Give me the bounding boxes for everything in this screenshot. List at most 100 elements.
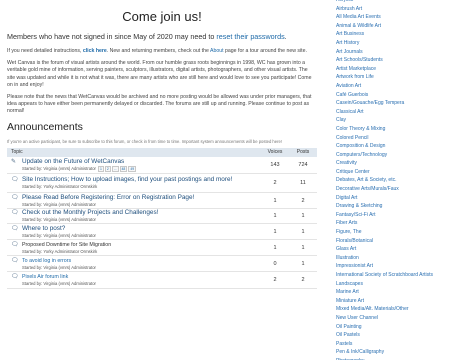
topic-starter: Started by: Yorky Administrator Ormskirk — [22, 184, 98, 190]
posts-count: 1 — [289, 255, 317, 273]
topic-meta: Started by: Yorky Administrator Ormskirk — [22, 249, 111, 255]
voices-count: 1 — [261, 192, 289, 210]
topic-title-link[interactable]: Where to post? — [22, 225, 96, 233]
voices-count: 143 — [261, 156, 289, 175]
topic-starter: Started by: Virginia (vmrs) Administrato… — [22, 217, 96, 223]
sidebar-item[interactable]: Creativity — [336, 159, 450, 168]
page-button[interactable]: 1 — [97, 165, 104, 172]
main-content: Come join us! Members who have not signe… — [7, 0, 317, 290]
page-button[interactable]: 49 — [128, 165, 137, 172]
sidebar-item[interactable]: Decorative Arts/Murals/Faux — [336, 185, 450, 194]
sidebar-item[interactable]: Glass Art — [336, 245, 450, 254]
sidebar-item[interactable]: Landscapes — [336, 280, 450, 289]
topic-cell: 🗨 Check out the Monthly Projects and Cha… — [7, 208, 261, 225]
sidebar-item[interactable]: Illustration — [336, 254, 450, 263]
sidebar-item[interactable]: International Society of Scratchboard Ar… — [336, 271, 450, 280]
sidebar-item[interactable]: New User Channel — [336, 314, 450, 323]
sidebar-item[interactable]: Fiber Arts — [336, 219, 450, 228]
topic-title-link[interactable]: Pixels Air forum link — [22, 273, 96, 281]
topic-meta: Started by: Virginia (vmrs) Administrato… — [22, 217, 158, 223]
topic-title-link[interactable]: To avoid log in errors — [22, 257, 96, 265]
table-row: 🗨 Please Read Before Registering: Error … — [7, 192, 317, 210]
sidebar-item[interactable]: Mixed Media/Alt. Materials/Other — [336, 305, 450, 314]
about-link[interactable]: About — [210, 48, 224, 54]
topic-icon: 🗨 — [11, 274, 19, 281]
topic-title-link[interactable]: Proposed Downtime for Site Migration — [22, 241, 111, 249]
topic-cell: 🗨 Proposed Downtime for Site Migration S… — [7, 239, 261, 257]
topic-cell: 🗨 Pixels Air forum link Started by: Virg… — [7, 271, 261, 290]
announcements-table: Topic Voices Posts ✎ Update on the Futur… — [7, 147, 317, 290]
category-list: Acrylics Airbrush Art All Media Art Events… — [336, 0, 450, 360]
sidebar-item[interactable]: Aviation Art — [336, 82, 450, 91]
sidebar-item[interactable]: Colored Pencil — [336, 134, 450, 143]
table-header: Topic Voices Posts — [7, 147, 317, 157]
topic-starter: Started by: Virginia (vmrs) Administrato… — [22, 201, 96, 207]
sidebar-item[interactable]: Computers/Technology — [336, 151, 450, 160]
sidebar-item[interactable]: Art Business — [336, 30, 450, 39]
topic-meta: Started by: Yorky Administrator Ormskirk — [22, 184, 232, 190]
topic-starter: Started by: Virginia (vmrs) Administrato… — [22, 281, 96, 287]
sidebar-item[interactable]: Debates, Art & Society, etc. — [336, 176, 450, 185]
sidebar-item[interactable]: Digital Art — [336, 194, 450, 203]
sidebar-item[interactable]: Pen & Ink/Calligraphy — [336, 348, 450, 357]
topic-meta: Started by: Virginia (vmrs) Administrato… — [22, 233, 96, 239]
topic-icon: 🗨 — [11, 210, 19, 217]
sidebar-item[interactable]: Impressionist Art — [336, 262, 450, 271]
topic-cell: 🗨 Where to post? Started by: Virginia (v… — [7, 223, 261, 241]
topic-starter: Started by: Virginia (vmrs) Administrato… — [22, 264, 96, 270]
sidebar-item[interactable]: Color Theory & Mixing — [336, 125, 450, 134]
sidebar-item[interactable]: Oil Painting — [336, 323, 450, 332]
column-posts: Posts — [289, 147, 317, 157]
sidebar-item[interactable]: Marine Art — [336, 288, 450, 297]
voices-count: 1 — [261, 223, 289, 241]
sidebar-item[interactable]: Classical Art — [336, 108, 450, 117]
notice-prefix: Members who have not signed in since May… — [7, 32, 217, 41]
topic-title-link[interactable]: Update on the Future of WetCanvas — [22, 158, 136, 166]
sidebar-item[interactable]: Composition & Design — [336, 142, 450, 151]
voices-count: 1 — [261, 239, 289, 257]
sidebar-item[interactable]: Clay — [336, 116, 450, 125]
sidebar-item[interactable]: Miniature Art — [336, 297, 450, 306]
table-row: ✎ Update on the Future of WetCanvas Star… — [7, 156, 317, 175]
sidebar-item[interactable]: Fantasy/Sci-Fi Art — [336, 211, 450, 220]
sidebar-item[interactable]: Casein/Gouache/Egg Tempera — [336, 99, 450, 108]
sidebar-item[interactable]: Critique Center — [336, 168, 450, 177]
sidebar-item[interactable]: Art History — [336, 39, 450, 48]
sidebar-item[interactable]: Café Guerbois — [336, 91, 450, 100]
page-button[interactable]: 2 — [104, 165, 111, 172]
topic-starter: Started by: Virginia (vmrs) Administrato… — [22, 165, 96, 171]
table-row: 🗨 To avoid log in errors Started by: Vir… — [7, 255, 317, 273]
column-voices: Voices — [261, 147, 289, 157]
intro-instructions-suffix: page for a tour around the new site. — [223, 48, 307, 54]
topic-title-link[interactable]: Check out the Monthly Projects and Chall… — [22, 209, 158, 217]
intro-instructions-prefix: If you need detailed instructions, — [7, 48, 83, 54]
topic-meta: Started by: Virginia (vmrs) Administrato… — [22, 202, 194, 208]
intro-text: If you need detailed instructions, click… — [7, 48, 317, 116]
sidebar-item[interactable]: Airbrush Art — [336, 5, 450, 14]
intro-description: Wet Canvas is the forum of visual artist… — [7, 60, 312, 88]
sidebar-item[interactable]: Oil Pastels — [336, 331, 450, 340]
sidebar-item[interactable]: Artwork from Life — [336, 73, 450, 82]
intro-archive-note: Please note that the news that WetCanvas… — [7, 94, 312, 115]
sidebar-item[interactable]: Drawing & Sketching — [336, 202, 450, 211]
sidebar-item[interactable]: Florals/Botanical — [336, 237, 450, 246]
topic-cell: 🗨 Please Read Before Registering: Error … — [7, 192, 261, 210]
sidebar-item[interactable]: Pastels — [336, 340, 450, 349]
click-here-link[interactable]: click here — [83, 48, 107, 54]
sidebar-item[interactable]: Art Schools/Students — [336, 56, 450, 65]
page-button[interactable]: 48 — [119, 165, 128, 172]
page-button[interactable]: ... — [111, 165, 119, 172]
sidebar-item[interactable]: Animal & Wildlife Art — [336, 22, 450, 31]
posts-count: 11 — [289, 173, 317, 194]
notice-suffix: . — [284, 32, 287, 41]
sidebar-item[interactable]: Figure, The — [336, 228, 450, 237]
topic-title-link[interactable]: Site Instructions; How to upload images,… — [22, 176, 232, 184]
sidebar-item[interactable]: All Media Art Events — [336, 13, 450, 22]
sidebar-item[interactable]: Art Journals — [336, 48, 450, 57]
topic-cell: 🗨 To avoid log in errors Started by: Vir… — [7, 255, 261, 273]
voices-count: 2 — [261, 173, 289, 194]
topic-title-link[interactable]: Please Read Before Registering: Error on… — [22, 194, 194, 202]
sidebar-item[interactable]: Artist Marketplace — [336, 65, 450, 74]
posts-count: 2 — [289, 192, 317, 210]
reset-password-link[interactable]: reset their passwords — [216, 32, 284, 41]
